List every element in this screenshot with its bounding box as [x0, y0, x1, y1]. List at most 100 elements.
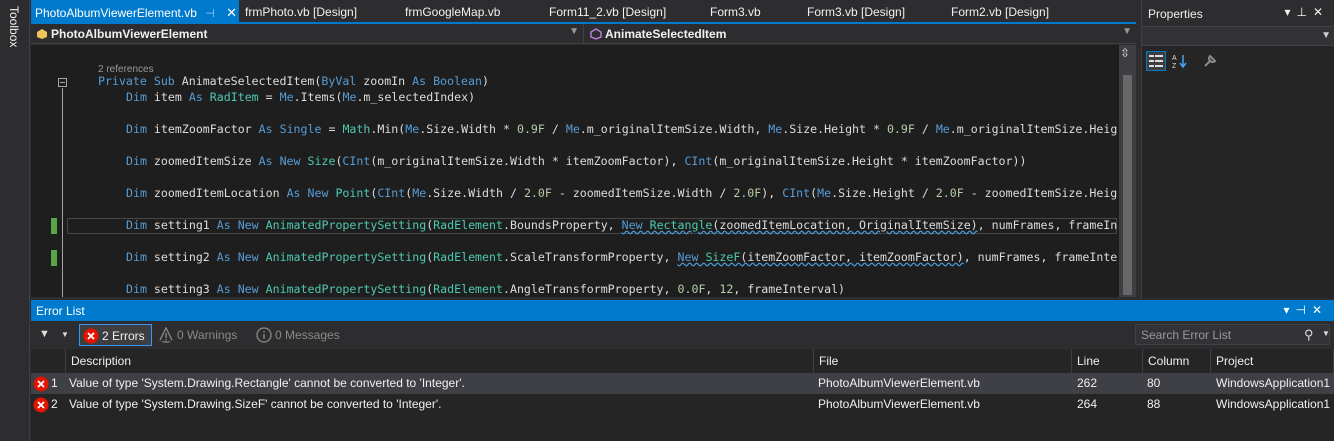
member-name: AnimateSelectedItem: [605, 27, 727, 41]
column-header-column[interactable]: Column: [1143, 349, 1211, 373]
tab-label: frmPhoto.vb [Design]: [245, 5, 358, 19]
method-icon: [590, 28, 602, 40]
error-column: 88: [1147, 397, 1161, 411]
error-project: WindowsApplication1: [1216, 376, 1331, 390]
navigation-bar: PhotoAlbumViewerElement ▼ AnimateSelecte…: [31, 24, 1136, 44]
errors-label: 2 Errors: [102, 329, 145, 343]
tab-form3-design[interactable]: Form3.vb [Design]: [803, 0, 905, 22]
warnings-label: 0 Warnings: [177, 328, 238, 342]
panel-controls[interactable]: ▾⊥✕: [1284, 5, 1329, 19]
tab-frmphoto-design[interactable]: frmPhoto.vb [Design]: [241, 0, 357, 22]
chevron-down-icon: ▼: [1321, 30, 1331, 41]
error-project: WindowsApplication1: [1216, 397, 1331, 411]
tab-label: Form3.vb: [710, 5, 761, 19]
split-window-icon[interactable]: ⇳: [1120, 46, 1130, 60]
code-line[interactable]: Private Sub AnimateSelectedItem(ByVal zo…: [98, 74, 489, 88]
error-icon: [83, 328, 99, 344]
filter-icon[interactable]: ▼: [39, 328, 50, 340]
errors-toggle-button[interactable]: 2 Errors: [79, 324, 152, 346]
categorized-icon: [1149, 55, 1163, 67]
error-icon: [33, 376, 49, 392]
error-file: PhotoAlbumViewerElement.vb: [818, 376, 980, 390]
object-selector-dropdown[interactable]: ▼: [1142, 26, 1334, 46]
categorized-button[interactable]: [1146, 51, 1166, 71]
code-line[interactable]: Dim zoomedItemLocation As New Point(CInt…: [126, 186, 1117, 200]
property-pages-button[interactable]: [1200, 51, 1220, 71]
close-icon[interactable]: ✕: [226, 5, 237, 20]
messages-toggle-button[interactable]: 0 Messages: [253, 324, 346, 346]
tab-label: frmGoogleMap.vb: [405, 5, 501, 19]
class-dropdown[interactable]: PhotoAlbumViewerElement ▼: [31, 24, 584, 44]
warnings-toggle-button[interactable]: 0 Warnings: [155, 324, 243, 346]
panel-controls[interactable]: ▾⊣✕: [1283, 303, 1328, 317]
column-header-description[interactable]: Description: [66, 349, 814, 373]
row-number: 1: [51, 376, 58, 390]
code-line[interactable]: Dim itemZoomFactor As Single = Math.Min(…: [126, 122, 1117, 136]
table-row[interactable]: 1 Value of type 'System.Drawing.Rectangl…: [31, 373, 1334, 394]
code-line[interactable]: Dim setting2 As New AnimatedPropertySett…: [126, 250, 1117, 264]
alphabetical-button[interactable]: AZ: [1170, 51, 1190, 71]
search-error-list[interactable]: ⚲ ▼: [1135, 324, 1330, 345]
tab-form11-2-design[interactable]: Form11_2.vb [Design]: [545, 0, 666, 22]
toolbox-label[interactable]: Toolbox: [7, 6, 21, 47]
tab-photoalbumviewerelement[interactable]: PhotoAlbumViewerElement.vb ⊣ ✕: [31, 0, 239, 22]
error-description: Value of type 'System.Drawing.SizeF' can…: [69, 397, 442, 411]
code-line[interactable]: Dim setting1 As New AnimatedPropertySett…: [126, 218, 1117, 232]
code-line[interactable]: Dim setting3 As New AnimatedPropertySett…: [126, 282, 845, 296]
error-line: 264: [1077, 397, 1098, 411]
properties-toolbar: AZ: [1142, 48, 1334, 74]
wrench-icon: [1204, 54, 1217, 67]
svg-text:Z: Z: [1172, 63, 1177, 70]
error-list-toolbar: ▼ ▼ 2 Errors 0 Warnings 0 Messages ⚲ ▼: [31, 321, 1334, 349]
tab-form3[interactable]: Form3.vb: [706, 0, 761, 22]
chevron-down-icon: ▼: [1122, 26, 1132, 37]
error-file: PhotoAlbumViewerElement.vb: [818, 397, 980, 411]
column-header-icon[interactable]: [31, 349, 66, 373]
error-icon: [33, 397, 49, 413]
messages-label: 0 Messages: [275, 328, 340, 342]
column-header-project[interactable]: Project: [1211, 349, 1334, 373]
error-line: 262: [1077, 376, 1098, 390]
column-header-line[interactable]: Line: [1072, 349, 1143, 373]
change-marker: [51, 218, 57, 234]
error-list-header: Error List ▾⊣✕: [31, 300, 1334, 321]
editor-vertical-scrollbar[interactable]: [1119, 45, 1136, 297]
properties-header: Properties ▾⊥✕: [1142, 0, 1334, 26]
properties-title: Properties: [1148, 7, 1203, 21]
code-lens[interactable]: 2 references: [98, 61, 154, 75]
scrollbar-thumb[interactable]: [1123, 75, 1132, 295]
tab-label: Form2.vb [Design]: [951, 5, 1050, 19]
error-description: Value of type 'System.Drawing.Rectangle'…: [69, 376, 465, 390]
outline-line: [62, 88, 63, 297]
toolbox-strip[interactable]: Toolbox: [0, 0, 30, 441]
class-icon: [37, 29, 47, 39]
search-input[interactable]: [1136, 325, 1301, 344]
svg-text:A: A: [1172, 55, 1177, 62]
tab-label: Form11_2.vb [Design]: [549, 5, 667, 19]
tab-label: PhotoAlbumViewerElement.vb: [35, 6, 197, 20]
tab-label: Form3.vb [Design]: [807, 5, 906, 19]
chevron-down-icon: ▼: [569, 26, 579, 37]
table-row[interactable]: 2 Value of type 'System.Drawing.SizeF' c…: [31, 394, 1334, 415]
search-icon[interactable]: ⚲: [1304, 327, 1314, 343]
change-marker: [51, 250, 57, 266]
collapse-icon[interactable]: [58, 78, 67, 87]
member-dropdown[interactable]: AnimateSelectedItem ▼: [585, 24, 1136, 44]
chevron-down-icon[interactable]: ▼: [61, 330, 69, 339]
row-number: 2: [51, 397, 58, 411]
code-line[interactable]: Dim item As RadItem = Me.Items(Me.m_sele…: [126, 90, 475, 104]
class-name: PhotoAlbumViewerElement: [51, 27, 208, 41]
chevron-down-icon[interactable]: ▼: [1322, 329, 1330, 338]
sort-alphabetical-icon: AZ: [1172, 55, 1187, 70]
column-header-file[interactable]: File: [814, 349, 1072, 373]
properties-panel: Properties ▾⊥✕ ▼ AZ: [1141, 0, 1334, 298]
code-line[interactable]: Dim zoomedItemSize As New Size(CInt(m_or…: [126, 154, 1026, 168]
code-editor[interactable]: 2 references Private Sub AnimateSelected…: [31, 45, 1136, 297]
error-list-panel: Error List ▾⊣✕ ▼ ▼ 2 Errors 0 Warnings 0…: [31, 300, 1334, 441]
error-list-title: Error List: [36, 304, 85, 318]
error-column: 80: [1147, 376, 1161, 390]
document-tab-bar: PhotoAlbumViewerElement.vb ⊣ ✕ frmPhoto.…: [31, 0, 1136, 24]
pin-icon[interactable]: ⊣: [205, 8, 215, 20]
tab-form2-design[interactable]: Form2.vb [Design]: [947, 0, 1049, 22]
tab-frmgooglemap[interactable]: frmGoogleMap.vb: [401, 0, 500, 22]
